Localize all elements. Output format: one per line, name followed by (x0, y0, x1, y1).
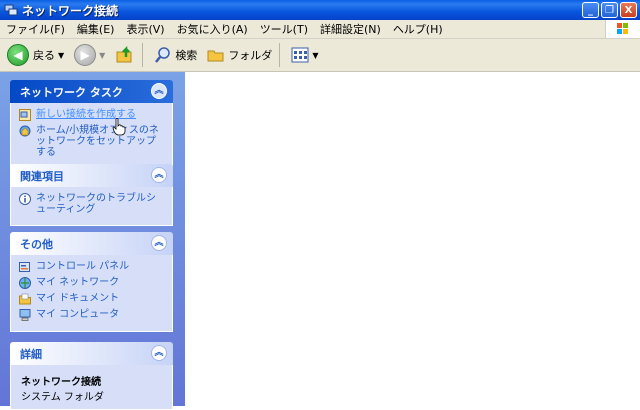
toolbar-separator (142, 43, 144, 67)
dropdown-arrow-icon[interactable]: ▼ (58, 51, 64, 60)
dropdown-arrow-icon[interactable]: ▼ (312, 51, 318, 60)
details-panel: 詳細 ︽ ネットワーク接続 システム フォルダ (10, 342, 173, 410)
title-bar: ネットワーク接続 _ ❐ X (0, 0, 640, 20)
other-places-panel: その他 ︽ コントロール パネル マイ ネットワーク マイ ドキュメント マイ … (10, 232, 173, 332)
back-arrow-icon: ◀ (7, 44, 29, 66)
troubleshoot-label: ネットワークのトラブルシューティング (36, 193, 156, 215)
details-title: 詳細 (20, 347, 42, 361)
toolbar-separator (279, 43, 281, 67)
collapse-chevron-icon[interactable]: ︽ (151, 167, 167, 183)
back-button[interactable]: ◀ 戻る ▼ (4, 42, 67, 68)
details-name: ネットワーク接続 (21, 377, 101, 388)
folders-icon (207, 50, 224, 62)
close-button[interactable]: X (620, 2, 637, 18)
info-icon (19, 193, 31, 205)
setup-home-network-label: ホーム/小規模オフィスのネットワークをセットアップする (36, 125, 159, 158)
menu-favorites[interactable]: お気に入り(A) (171, 21, 254, 37)
control-panel-link[interactable]: コントロール パネル (19, 261, 164, 273)
folders-button[interactable]: フォルダ (204, 42, 275, 68)
create-connection-link[interactable]: 新しい接続を作成する (19, 109, 164, 121)
menu-view[interactable]: 表示(V) (120, 21, 170, 37)
troubleshoot-link[interactable]: ネットワークのトラブルシューティング (19, 193, 164, 215)
setup-home-network-link[interactable]: ホーム/小規模オフィスのネットワークをセットアップする (19, 125, 164, 158)
my-network-link[interactable]: マイ ネットワーク (19, 277, 164, 289)
menu-tools[interactable]: ツール(T) (254, 21, 314, 37)
control-panel-icon (19, 262, 30, 272)
toolbar: ◀ 戻る ▼ ▶ ▼ 検索 フォルダ ▼ (0, 39, 640, 72)
related-title: 関連項目 (20, 169, 64, 183)
my-documents-icon (19, 293, 31, 305)
collapse-chevron-icon[interactable]: ︽ (151, 235, 167, 251)
network-connections-icon (4, 3, 18, 17)
views-icon (291, 47, 309, 63)
menu-file[interactable]: ファイル(F) (0, 21, 71, 37)
menu-edit[interactable]: 編集(E) (71, 21, 121, 37)
details-body: ネットワーク接続 システム フォルダ (10, 365, 173, 410)
network-tasks-body: 新しい接続を作成する ホーム/小規模オフィスのネットワークをセットアップする (10, 103, 173, 169)
restore-icon: ❐ (605, 4, 614, 16)
related-body: ネットワークのトラブルシューティング (10, 187, 173, 226)
dropdown-arrow-icon[interactable]: ▼ (99, 51, 105, 60)
folders-label: フォルダ (228, 49, 273, 62)
other-places-title: その他 (20, 237, 53, 251)
minimize-button[interactable]: _ (582, 2, 599, 18)
related-panel: 関連項目 ︽ ネットワークのトラブルシューティング (10, 164, 173, 226)
my-network-label: マイ ネットワーク (36, 277, 120, 288)
my-documents-link[interactable]: マイ ドキュメント (19, 293, 164, 305)
menu-bar: ファイル(F) 編集(E) 表示(V) お気に入り(A) ツール(T) 詳細設定… (0, 20, 640, 39)
task-pane: ネットワーク タスク ︽ 新しい接続を作成する ホーム/小規模オフィスのネットワ… (0, 72, 185, 410)
views-button[interactable]: ▼ (288, 42, 321, 68)
back-label: 戻る (33, 49, 55, 62)
window-title: ネットワーク接続 (22, 3, 119, 18)
collapse-chevron-icon[interactable]: ︽ (151, 345, 167, 361)
restore-button[interactable]: ❐ (601, 2, 618, 18)
forward-button[interactable]: ▶ ▼ (71, 42, 108, 68)
windows-logo-icon (605, 20, 640, 38)
home-network-icon (19, 125, 31, 137)
menu-help[interactable]: ヘルプ(H) (387, 21, 449, 37)
details-type: システム フォルダ (21, 392, 104, 403)
collapse-chevron-icon[interactable]: ︽ (151, 83, 167, 99)
my-network-icon (19, 277, 31, 289)
search-button[interactable]: 検索 (151, 42, 200, 68)
my-computer-icon (19, 309, 31, 321)
search-label: 検索 (175, 49, 198, 62)
other-places-body: コントロール パネル マイ ネットワーク マイ ドキュメント マイ コンピュータ (10, 255, 173, 332)
my-documents-label: マイ ドキュメント (36, 293, 120, 304)
related-header[interactable]: 関連項目 ︽ (10, 164, 173, 187)
my-computer-link[interactable]: マイ コンピュータ (19, 309, 164, 321)
search-icon (155, 47, 171, 63)
my-computer-label: マイ コンピュータ (36, 309, 120, 320)
menu-advanced[interactable]: 詳細設定(N) (314, 21, 387, 37)
up-folder-icon (116, 45, 132, 63)
hand-cursor-icon (112, 118, 126, 136)
new-connection-icon (19, 109, 31, 121)
network-tasks-header[interactable]: ネットワーク タスク ︽ (10, 80, 173, 103)
forward-arrow-icon: ▶ (74, 44, 97, 66)
network-tasks-title: ネットワーク タスク (20, 85, 123, 99)
up-folder-button[interactable] (112, 42, 138, 68)
other-places-header[interactable]: その他 ︽ (10, 232, 173, 255)
minimize-icon: _ (588, 4, 593, 16)
close-icon: X (624, 4, 633, 16)
control-panel-label: コントロール パネル (36, 261, 130, 272)
details-header[interactable]: 詳細 ︽ (10, 342, 173, 365)
network-tasks-panel: ネットワーク タスク ︽ 新しい接続を作成する ホーム/小規模オフィスのネットワ… (10, 80, 173, 169)
